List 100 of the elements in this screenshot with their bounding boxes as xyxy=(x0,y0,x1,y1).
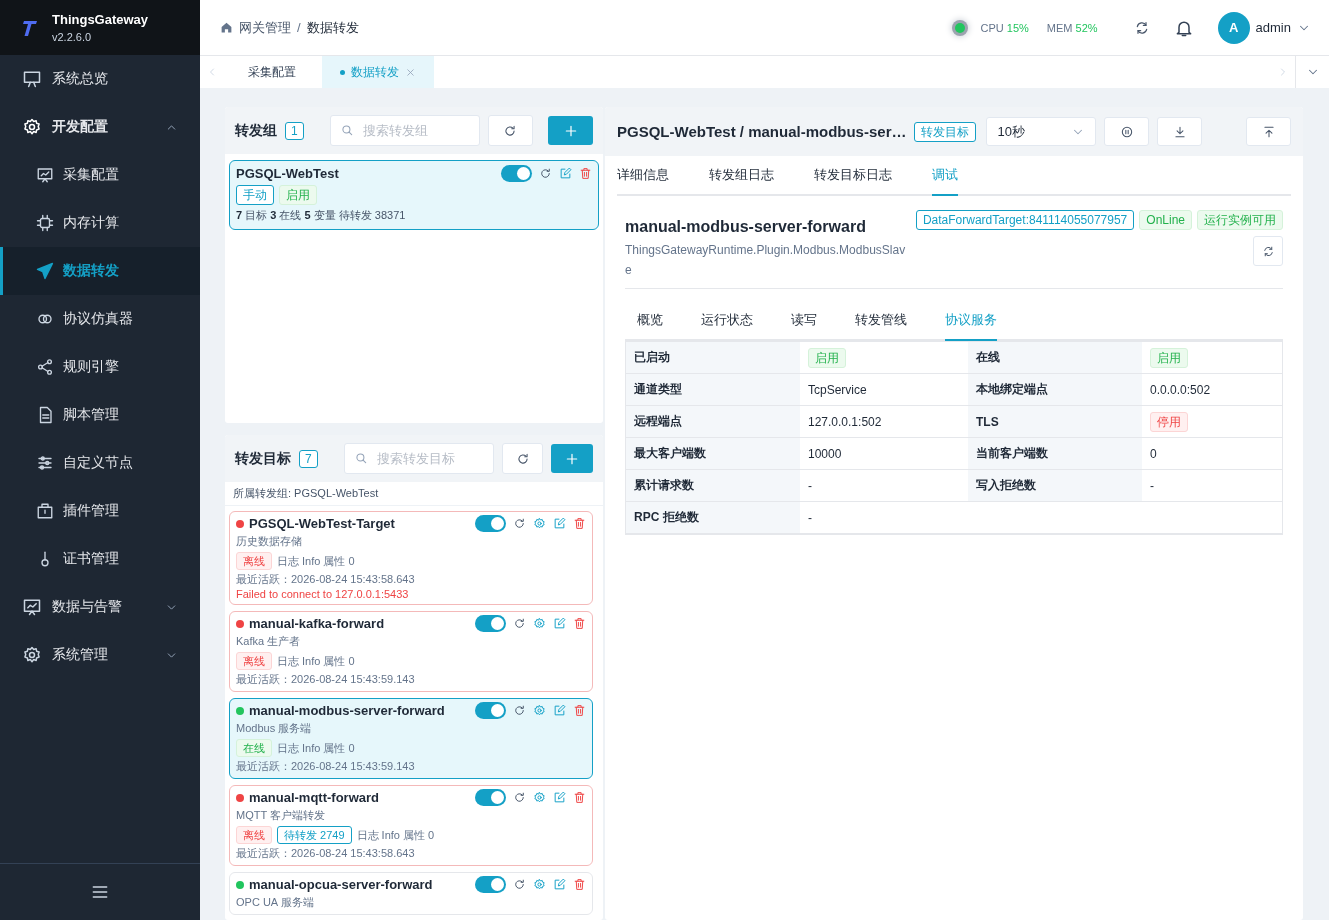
submenu-item[interactable]: 内存计算 xyxy=(0,199,200,247)
settings-icon[interactable] xyxy=(533,517,546,530)
target-meta: 日志 Info 属性 0 xyxy=(277,740,355,756)
tag: OnLine xyxy=(1139,210,1192,230)
submenu-item[interactable]: 脚本管理 xyxy=(0,391,200,439)
refresh-button[interactable] xyxy=(501,443,544,474)
field-label: 已启动 xyxy=(634,349,670,366)
search-field[interactable]: 搜索转发组 xyxy=(329,115,480,146)
gear-icon xyxy=(22,645,42,665)
trash-icon[interactable] xyxy=(573,517,586,530)
refresh-icon[interactable] xyxy=(513,617,526,630)
target-card[interactable]: manual-mqtt-forward MQTT 客户端转发 离线 待转发 2749 日志 Info 属性 0 最近活跃：2026-08-24 15:43:58.643 xyxy=(229,785,593,866)
group-card[interactable]: PGSQL-WebTest 手动 启用 7 目标 3 在线 5 变量 待转发 38371 xyxy=(229,160,599,230)
chip-icon xyxy=(36,214,54,232)
breadcrumb-item: 数据转发 xyxy=(306,18,359,37)
edit-icon[interactable] xyxy=(553,517,566,530)
settings-icon[interactable] xyxy=(533,704,546,717)
menu-item[interactable]: 开发配置 xyxy=(0,103,200,151)
detail-tab[interactable]: 转发组日志 xyxy=(709,156,774,196)
toggle-switch[interactable] xyxy=(475,702,506,719)
edit-icon[interactable] xyxy=(553,617,566,630)
refresh-button[interactable] xyxy=(1253,236,1283,266)
refresh-button[interactable] xyxy=(487,115,533,146)
home-icon[interactable] xyxy=(220,21,233,34)
settings-icon[interactable] xyxy=(533,878,546,891)
submenu-item[interactable]: 采集配置 xyxy=(0,151,200,199)
submenu-item[interactable]: 证书管理 xyxy=(0,535,200,583)
tag: DataForwardTarget:841114055077957 xyxy=(915,210,1135,230)
panel-title: 转发组 xyxy=(235,121,277,140)
toggle-switch[interactable] xyxy=(475,789,506,806)
toggle-switch[interactable] xyxy=(501,165,532,182)
menu-item[interactable]: 数据与告警 xyxy=(0,583,200,631)
page-tab[interactable]: 采集配置 xyxy=(230,56,314,88)
field-label: 累计请求数 xyxy=(634,477,694,494)
sub-tab[interactable]: 转发管线 xyxy=(855,301,907,341)
menu-item[interactable]: 系统总览 xyxy=(0,55,200,103)
target-card[interactable]: manual-opcua-server-forward OPC UA 服务端 xyxy=(229,872,593,915)
refresh-icon[interactable] xyxy=(539,167,552,180)
sub-tab[interactable]: 运行状态 xyxy=(701,301,753,341)
target-name: PGSQL-WebTest-Target xyxy=(249,516,395,531)
toggle-switch[interactable] xyxy=(475,515,506,532)
sub-tab[interactable]: 概览 xyxy=(637,301,663,341)
target-card[interactable]: PGSQL-WebTest-Target 历史数据存储 离线 日志 Info 属性 0 最近活跃：2026-08-24 15:43:58.643 Failed to connect to 127.0.0.1:5433 xyxy=(229,511,593,605)
submenu-item[interactable]: 规则引擎 xyxy=(0,343,200,391)
target-card[interactable]: manual-kafka-forward Kafka 生产者 离线 日志 Info 属性 0 最近活跃：2026-08-24 15:43:59.143 xyxy=(229,611,593,692)
tag: 手动 xyxy=(236,185,274,205)
submenu-item[interactable]: 协议仿真器 xyxy=(0,295,200,343)
edit-icon[interactable] xyxy=(553,704,566,717)
edit-icon[interactable] xyxy=(559,167,572,180)
close-icon[interactable] xyxy=(405,66,416,78)
submenu-item[interactable]: 自定义节点 xyxy=(0,439,200,487)
add-button[interactable] xyxy=(548,116,593,145)
count-badge: 7 xyxy=(299,449,318,468)
field-label: 最大客户端数 xyxy=(634,445,706,462)
trash-icon[interactable] xyxy=(579,167,592,180)
status-dot xyxy=(236,793,244,802)
trash-icon[interactable] xyxy=(573,704,586,717)
edit-icon[interactable] xyxy=(553,791,566,804)
download-button[interactable] xyxy=(1157,117,1203,146)
target-type: Kafka 生产者 xyxy=(236,634,302,649)
toggle-switch[interactable] xyxy=(475,876,506,893)
refresh-icon[interactable] xyxy=(513,878,526,891)
refresh-icon[interactable] xyxy=(513,517,526,530)
tag: 停用 xyxy=(1150,411,1188,432)
interval-select[interactable]: 10秒 xyxy=(986,117,1097,146)
edit-icon[interactable] xyxy=(553,878,566,891)
submenu-item[interactable]: 插件管理 xyxy=(0,487,200,535)
trash-icon[interactable] xyxy=(573,791,586,804)
settings-icon[interactable] xyxy=(533,791,546,804)
detail-tab[interactable]: 详细信息 xyxy=(617,156,669,196)
add-button[interactable] xyxy=(551,444,593,473)
refresh-icon[interactable] xyxy=(513,704,526,717)
trash-icon[interactable] xyxy=(573,878,586,891)
settings-icon[interactable] xyxy=(533,617,546,630)
upload-button[interactable] xyxy=(1246,117,1291,146)
user-name[interactable]: admin xyxy=(1255,20,1291,35)
error-message: Failed to connect to 127.0.0.1:5433 xyxy=(236,588,410,600)
share-nodes-icon xyxy=(36,358,54,376)
menu-item[interactable]: 系统管理 xyxy=(0,631,200,679)
gear-icon xyxy=(22,117,42,137)
pause-button[interactable] xyxy=(1104,117,1150,146)
last-active: 最近活跃：2026-08-24 15:43:58.643 xyxy=(236,572,416,587)
sub-tab[interactable]: 读写 xyxy=(791,301,817,341)
refresh-icon xyxy=(1261,244,1275,258)
target-type: OPC UA 服务端 xyxy=(236,895,315,910)
search-field[interactable]: 搜索转发目标 xyxy=(343,443,494,474)
submenu-item[interactable]: 数据转发 xyxy=(0,247,200,295)
toggle-switch[interactable] xyxy=(475,615,506,632)
field-label: 当前客户端数 xyxy=(976,445,1048,462)
breadcrumb-item[interactable]: 网关管理 xyxy=(239,18,291,37)
refresh-icon[interactable] xyxy=(513,791,526,804)
detail-tab[interactable]: 转发目标日志 xyxy=(814,156,892,196)
field-value: 0 xyxy=(1150,446,1157,461)
field-value: 0.0.0.0:502 xyxy=(1150,382,1211,397)
target-card[interactable]: manual-modbus-server-forward Modbus 服务端 在线 日志 Info 属性 0 最近活跃：2026-08-24 15:43:59.143 xyxy=(229,698,593,779)
tag: 离线 xyxy=(236,552,272,570)
last-active: 最近活跃：2026-08-24 15:43:58.643 xyxy=(236,846,416,861)
last-active: 最近活跃：2026-08-24 15:43:59.143 xyxy=(236,759,416,774)
trash-icon[interactable] xyxy=(573,617,586,630)
status-dot xyxy=(236,706,244,715)
